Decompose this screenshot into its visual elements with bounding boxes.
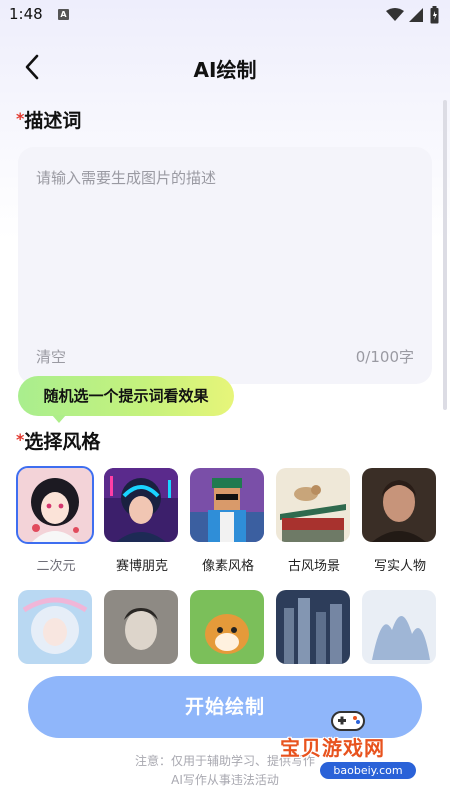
style-item-7[interactable] xyxy=(104,590,180,664)
description-input[interactable]: 请输入需要生成图片的描述 清空 0/100字 xyxy=(18,147,432,384)
status-bar: 1:48 A xyxy=(0,0,450,30)
old-photo-thumbnail xyxy=(104,590,178,664)
gamepad-icon xyxy=(331,711,365,731)
style-item-10[interactable] xyxy=(362,590,438,664)
style-label: 选择风格 xyxy=(24,431,101,453)
style-label-anime: 二次元 xyxy=(36,559,76,574)
notification-icon: A xyxy=(58,9,69,20)
ancient-scene-thumbnail xyxy=(276,468,350,542)
style-item-anime[interactable]: 二次元 xyxy=(16,466,94,574)
pixel-thumbnail xyxy=(190,468,264,542)
style-label-realistic: 写实人物 xyxy=(373,559,426,574)
watermark-text: 宝贝游戏网 xyxy=(280,736,385,760)
wifi-icon xyxy=(386,8,404,21)
scrollbar[interactable] xyxy=(443,100,447,410)
style-item-realistic[interactable]: 写实人物 xyxy=(362,468,438,574)
description-section-title: *描述词 xyxy=(16,106,81,133)
style-item-pixel[interactable]: 像素风格 xyxy=(190,468,266,574)
style-item-6[interactable] xyxy=(18,590,94,664)
watermark-logo: 宝贝游戏网 baobeiy.com xyxy=(278,708,438,784)
style-item-9[interactable] xyxy=(276,590,352,664)
style-label-cyberpunk: 赛博朋克 xyxy=(115,559,168,574)
realistic-portrait-thumbnail xyxy=(362,468,436,542)
app-header: AI绘制 xyxy=(0,40,450,92)
signal-icon xyxy=(409,8,423,22)
cyberpunk-thumbnail xyxy=(104,468,178,542)
fantasy-thumbnail xyxy=(18,590,92,664)
sketch-thumbnail xyxy=(362,590,436,664)
style-label-pixel: 像素风格 xyxy=(201,559,254,574)
status-time: 1:48 xyxy=(9,5,43,23)
required-mark: * xyxy=(16,430,25,449)
page-title: AI绘制 xyxy=(193,58,257,82)
description-label: 描述词 xyxy=(24,110,82,132)
cartoon-dog-thumbnail xyxy=(190,590,264,664)
style-item-8[interactable] xyxy=(190,590,266,664)
anime-thumbnail xyxy=(16,466,94,544)
style-item-ancient[interactable]: 古风场景 xyxy=(276,468,352,574)
char-counter: 0/100字 xyxy=(355,348,414,366)
style-item-cyberpunk[interactable]: 赛博朋克 xyxy=(104,468,180,574)
style-section-title: *选择风格 xyxy=(16,427,100,454)
battery-icon xyxy=(430,6,439,24)
clear-button[interactable]: 清空 xyxy=(36,346,66,367)
required-mark: * xyxy=(16,109,25,128)
watermark-url: baobeiy.com xyxy=(320,762,416,779)
random-prompt-button[interactable]: 随机选一个提示词看效果 xyxy=(18,376,234,423)
description-placeholder: 请输入需要生成图片的描述 xyxy=(36,169,217,187)
style-label-ancient: 古风场景 xyxy=(287,559,340,574)
city-thumbnail xyxy=(276,590,350,664)
